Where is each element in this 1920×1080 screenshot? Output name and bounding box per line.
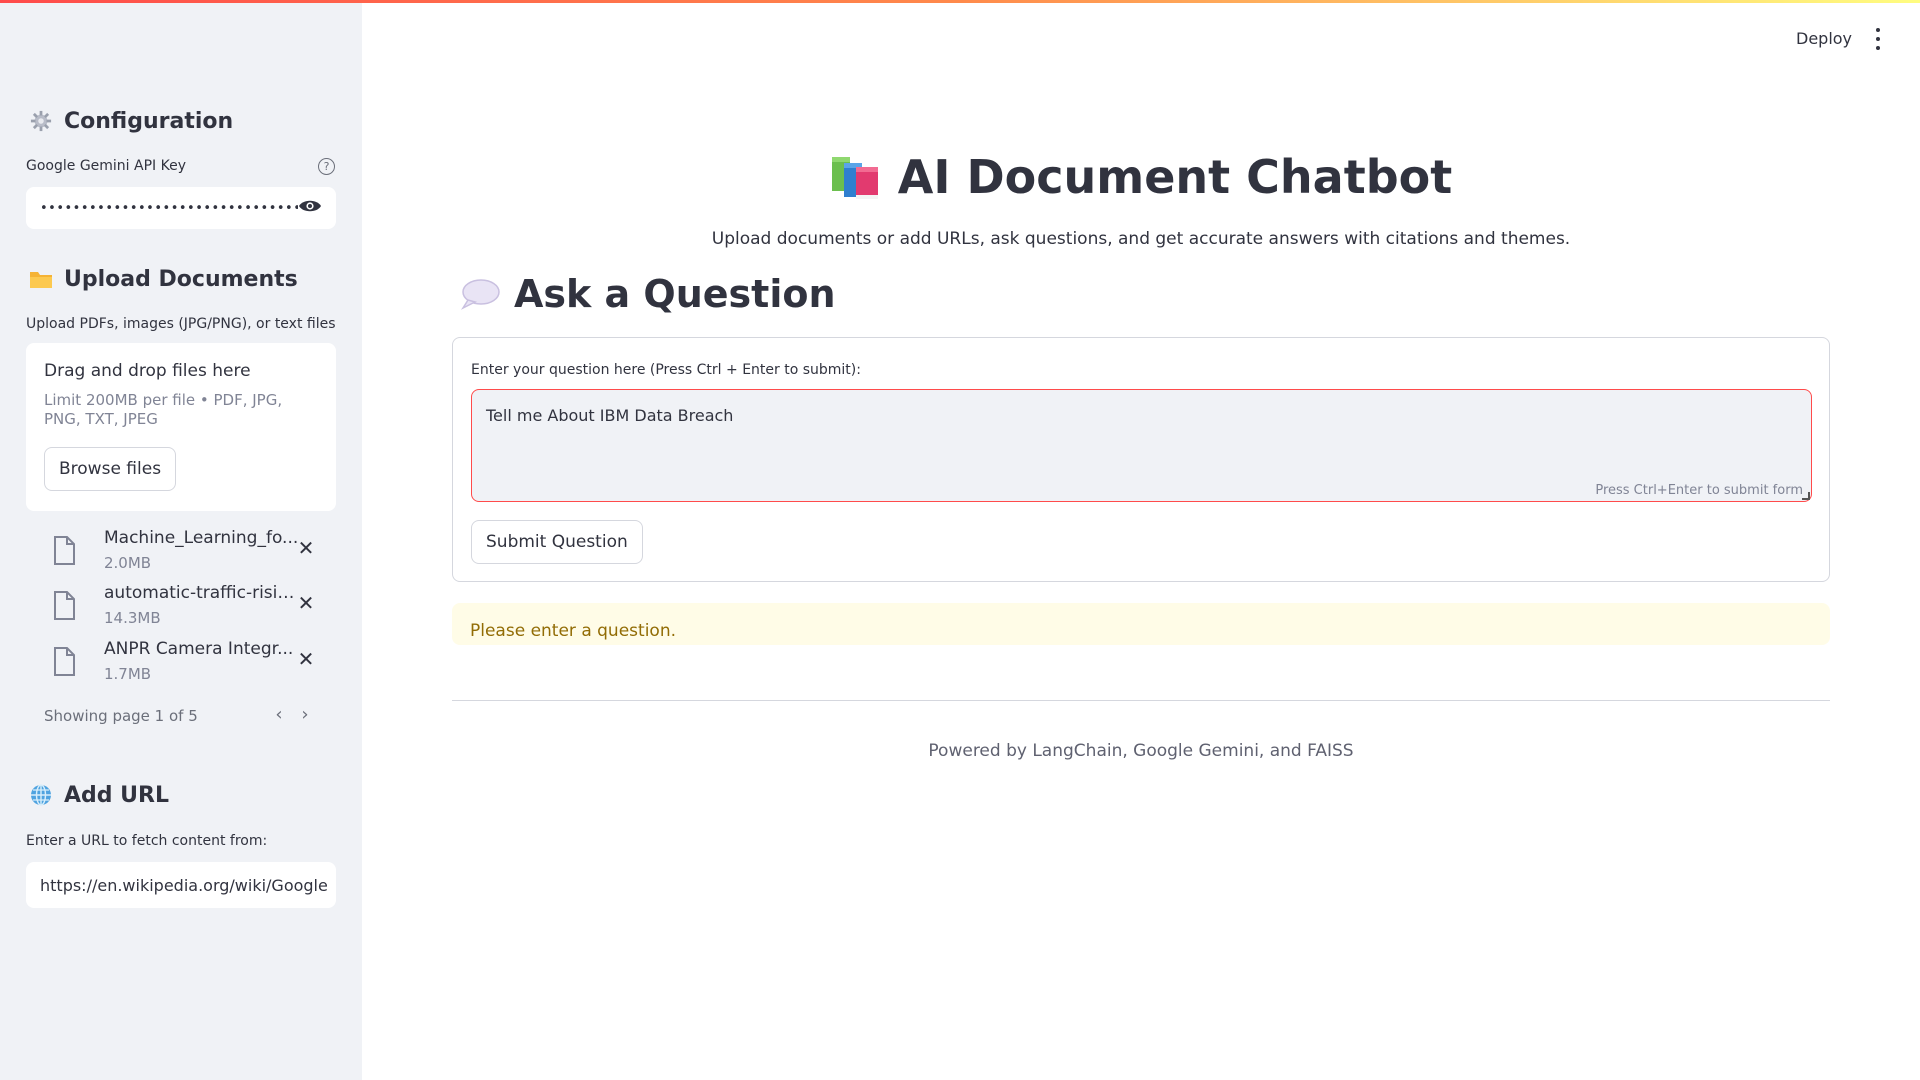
pagination-status: Showing page 1 of 5	[44, 707, 198, 725]
divider	[452, 700, 1830, 701]
question-form: Enter your question here (Press Ctrl + E…	[452, 337, 1830, 582]
add-url-header: Add URL	[28, 782, 169, 808]
file-name: Machine_Learning_fo...	[104, 528, 299, 548]
gear-icon	[28, 108, 54, 134]
dropzone-title: Drag and drop files here	[44, 361, 251, 381]
remove-file-close-icon[interactable]: ✕	[296, 593, 316, 613]
speech-bubble-icon	[460, 279, 500, 310]
file-size: 2.0MB	[104, 554, 152, 572]
url-label: Enter a URL to fetch content from:	[26, 833, 268, 849]
textarea-hint: Press Ctrl+Enter to submit form	[1595, 483, 1803, 498]
page-title-row: AI Document Chatbot	[0, 150, 1920, 204]
ask-question-title: Ask a Question	[514, 272, 836, 316]
submit-question-button[interactable]: Submit Question	[471, 520, 643, 564]
file-size: 14.3MB	[104, 609, 161, 627]
browse-files-button[interactable]: Browse files	[44, 447, 177, 491]
url-input[interactable]: https://en.wikipedia.org/wiki/Google	[26, 862, 336, 908]
configuration-title: Configuration	[64, 108, 234, 134]
ask-question-header: Ask a Question	[460, 272, 836, 316]
more-vertical-icon[interactable]	[1874, 28, 1882, 50]
remove-file-close-icon[interactable]: ✕	[296, 649, 316, 669]
uploaded-file-item: ANPR Camera Integr... 1.7MB ✕	[26, 639, 336, 691]
page-title-text: AI Document Chatbot	[897, 150, 1453, 204]
add-url-title: Add URL	[64, 782, 170, 808]
file-dropzone[interactable]: Drag and drop files here Limit 200MB per…	[26, 343, 336, 511]
deploy-button[interactable]: Deploy	[1796, 29, 1852, 48]
remove-file-close-icon[interactable]: ✕	[296, 538, 316, 558]
resize-handle[interactable]	[1802, 492, 1810, 500]
books-icon	[831, 157, 878, 199]
folder-icon	[28, 266, 54, 292]
dropzone-limit: Limit 200MB per file • PDF, JPG, PNG, TX…	[44, 391, 283, 428]
question-value[interactable]: Tell me About IBM Data Breach	[486, 406, 733, 425]
upload-instructions: Upload PDFs, images (JPG/PNG), or text f…	[26, 316, 336, 332]
file-size: 1.7MB	[104, 665, 152, 683]
globe-icon	[28, 782, 54, 808]
upload-header: Upload Documents	[28, 266, 298, 292]
uploaded-file-item: automatic-traffic-risin... 14.3MB ✕	[26, 583, 336, 635]
chevron-right-icon[interactable]: ›	[296, 704, 314, 725]
question-textarea[interactable]: Tell me About IBM Data Breach Press Ctrl…	[471, 389, 1812, 502]
file-icon	[54, 536, 75, 565]
file-name: automatic-traffic-risin...	[104, 583, 304, 603]
question-label: Enter your question here (Press Ctrl + E…	[471, 362, 861, 378]
warning-alert: Please enter a question.	[452, 603, 1830, 645]
uploaded-file-item: Machine_Learning_fo... 2.0MB ✕	[26, 528, 336, 580]
footer-text: Powered by LangChain, Google Gemini, and…	[928, 741, 1354, 761]
page-subtitle: Upload documents or add URLs, ask questi…	[711, 229, 1571, 249]
chevron-left-icon[interactable]: ‹	[270, 704, 288, 725]
top-decoration-bar	[0, 0, 1920, 3]
file-name: ANPR Camera Integr...	[104, 639, 294, 659]
file-icon	[54, 591, 75, 620]
upload-title: Upload Documents	[64, 266, 298, 292]
file-icon	[54, 647, 75, 676]
page-title: AI Document Chatbot	[830, 150, 1452, 204]
configuration-header: Configuration	[28, 108, 233, 134]
